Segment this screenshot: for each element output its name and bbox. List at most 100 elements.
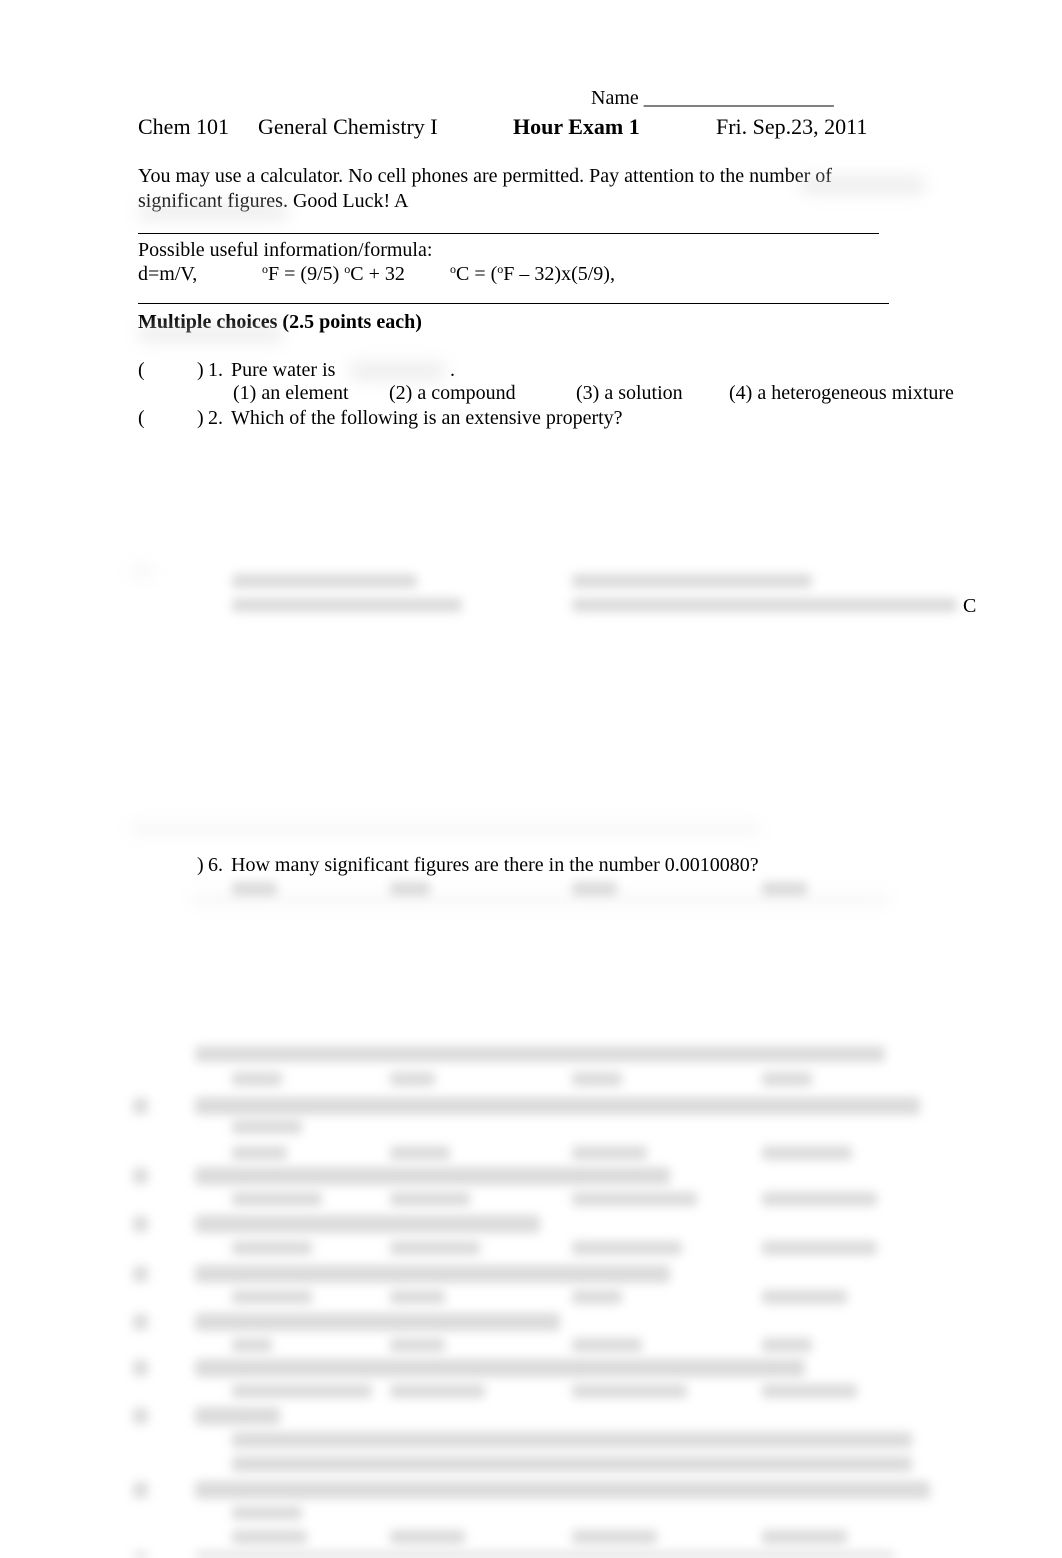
redacted-text [232,1192,322,1206]
redacted-text [133,1482,148,1498]
redacted-choice [390,882,430,896]
redacted-region [138,204,288,220]
redacted-choice [232,598,462,612]
name-label: Name ___________________ [591,88,834,108]
q1-text: Pure water is [231,359,336,381]
density-formula: d=m/V, [138,263,198,285]
redacted-text [762,1530,847,1544]
redacted-text [133,1360,148,1376]
redacted-text [195,1313,560,1331]
redacted-text [133,1168,148,1184]
redacted-text [390,1146,450,1160]
redacted-text [572,1338,642,1352]
q1-number: 1. [208,359,223,381]
redacted-text [762,1192,877,1206]
q2-paren-open: ( [138,407,145,429]
q6-paren-close: ) [197,854,204,876]
q1-choice-4: (4) a heterogeneous mixture [729,382,954,404]
q6-number: 6. [208,854,223,876]
c-to-f-formula: oC = (oF – 32)x(5/9), [450,263,615,285]
q1-paren-close: ) [197,359,204,381]
redacted-text [572,1530,657,1544]
redacted-text [232,1506,302,1520]
exam-title: Hour Exam 1 [513,114,640,139]
redacted-text [572,1072,622,1086]
formula-part: F = (9/5) [268,263,345,285]
redacted-text [195,1167,670,1185]
q1-choice-2: (2) a compound [389,382,516,404]
redacted-text [133,1216,148,1232]
redacted-choice [762,882,807,896]
redacted-text [232,1290,312,1304]
redacted-text [232,1384,372,1398]
redacted-text [572,1192,697,1206]
redacted-text [195,1481,930,1499]
formula-heading: Possible useful information/formula: [138,239,433,261]
visible-fragment: C [963,595,977,617]
redacted-choice [572,574,812,588]
redacted-text [390,1192,470,1206]
redacted-text [390,1241,480,1255]
redacted-region [800,176,925,194]
redacted-region [130,568,155,574]
redacted-text [572,1241,682,1255]
redacted-text [572,1384,687,1398]
redacted-text [232,1072,282,1086]
redacted-text [762,1338,812,1352]
redacted-text [195,1265,670,1283]
redacted-region [130,826,760,832]
redacted-text [232,1530,307,1544]
redacted-text [762,1384,857,1398]
redacted-choice [232,574,417,588]
redacted-text [390,1338,445,1352]
divider-top [138,233,879,234]
q1-choice-3: (3) a solution [576,382,683,404]
redacted-text [390,1072,435,1086]
redacted-region [190,897,890,902]
redacted-text [232,1120,302,1134]
q1-choice-1: (1) an element [233,382,349,404]
redacted-text [195,1215,540,1233]
redacted-text [133,1552,148,1558]
redacted-text [572,1290,622,1304]
redacted-text [762,1146,852,1160]
name-label-text: Name [591,87,639,109]
redacted-text [390,1530,465,1544]
formula-part: C + 32 [350,263,405,285]
q1-trailing: . [450,359,455,381]
redacted-text [762,1290,847,1304]
redacted-text [390,1384,485,1398]
q2-text: Which of the following is an extensive p… [231,407,623,429]
redacted-text [195,1552,895,1558]
redacted-choice [572,882,617,896]
redacted-choice [232,882,277,896]
redacted-text [195,1407,280,1425]
redacted-text [195,1097,920,1115]
redacted-text [232,1338,272,1352]
q6-text: How many significant figures are there i… [231,854,759,876]
redacted-text [232,1432,912,1448]
f-to-c-formula: oF = (9/5) oC + 32 [262,263,405,285]
divider-bottom [138,303,889,304]
formula-part: C = ( [456,263,498,285]
redacted-text [133,1408,148,1424]
redacted-text [195,1046,885,1062]
q2-number: 2. [208,407,223,429]
exam-date: Fri. Sep.23, 2011 [716,114,868,139]
q1-paren-open: ( [138,359,145,381]
redacted-text [762,1072,812,1086]
redacted-text [232,1456,912,1472]
redacted-text [133,1266,148,1282]
name-field[interactable]: ___________________ [644,87,834,109]
redacted-text [232,1241,312,1255]
redacted-text [572,1146,647,1160]
q2-paren-close: ) [197,407,204,429]
formula-part: F – 32)x(5/9), [503,263,615,285]
redacted-region [350,362,445,380]
redacted-text [762,1241,877,1255]
redacted-text [390,1290,445,1304]
redacted-text [133,1314,148,1330]
redacted-choice [572,598,957,612]
course-code: Chem 101 [138,114,230,139]
course-title: General Chemistry I [258,114,438,139]
